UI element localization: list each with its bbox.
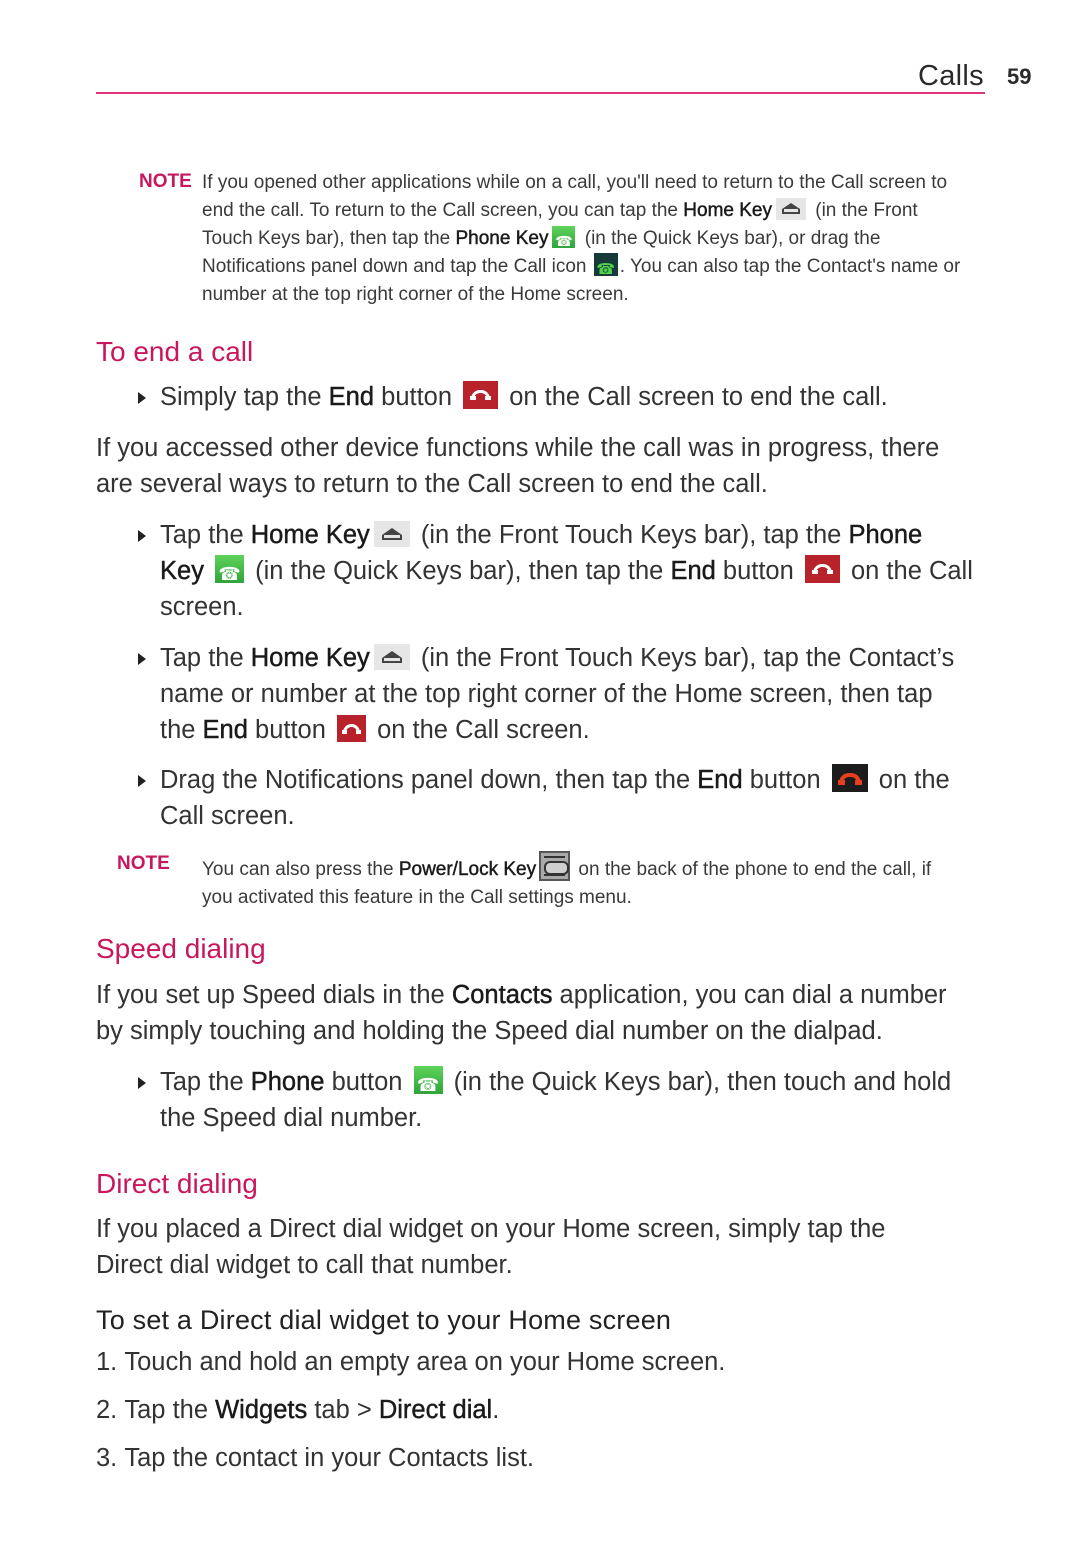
heading-speed-dialing: Speed dialing [96,933,266,964]
bullet-home-contact-end: Tap the Home Key (in the Front Touch Key… [138,640,954,748]
phone-button-icon [413,1066,443,1104]
note-body: If you opened other applications while o… [202,169,960,309]
paragraph-direct-dial: If you placed a Direct dial widget on yo… [96,1215,886,1279]
home-key-icon [373,521,410,547]
paragraph-speed-dials: If you set up Speed dials in the Contact… [96,981,947,1045]
step-1: 1. Touch and hold an empty area on your … [96,1348,726,1376]
power-lock-key-icon [539,851,571,881]
bullet-simply-tap-end: Simply tap the End button on the Call sc… [138,379,888,415]
end-button-icon [463,381,499,409]
end-button-icon [337,715,366,742]
paragraph-other-functions: If you accessed other device functions w… [96,434,940,498]
heading-to-end-a-call: To end a call [96,336,254,367]
end-button-icon [804,555,840,583]
bullet-arrow-icon [138,530,146,542]
bullet-arrow-icon [138,775,146,787]
page-number: 59 [1007,64,1032,89]
call-notification-icon [593,253,618,283]
bullet-arrow-icon [138,1077,146,1089]
heading-direct-dialing: Direct dialing [96,1168,258,1199]
phone-key-icon [215,555,245,593]
bullet-notifications-end: Drag the Notifications panel down, then … [138,762,950,834]
bullet-arrow-icon [138,653,146,665]
section-title: Calls [918,60,984,92]
home-key-icon [775,198,806,220]
note-label: NOTE [117,853,170,874]
step-3: 3. Tap the contact in your Contacts list… [96,1444,534,1472]
note-label: NOTE [139,171,192,192]
notification-end-button-icon [831,764,868,792]
bullet-home-phone-end: Tap the Home Key (in the Front Touch Key… [138,517,973,625]
bullet-tap-phone-button: Tap the Phone button (in the Quick Keys … [138,1064,951,1136]
header-divider [96,92,985,94]
note-body: You can also press the Power/Lock Key on… [202,851,931,912]
subheading-set-direct-dial-widget: To set a Direct dial widget to your Home… [96,1305,672,1335]
phone-key-icon [552,226,576,256]
home-key-icon [373,644,410,670]
step-2: 2. Tap the Widgets tab > Direct dial. [96,1396,500,1424]
bullet-arrow-icon [138,392,146,404]
